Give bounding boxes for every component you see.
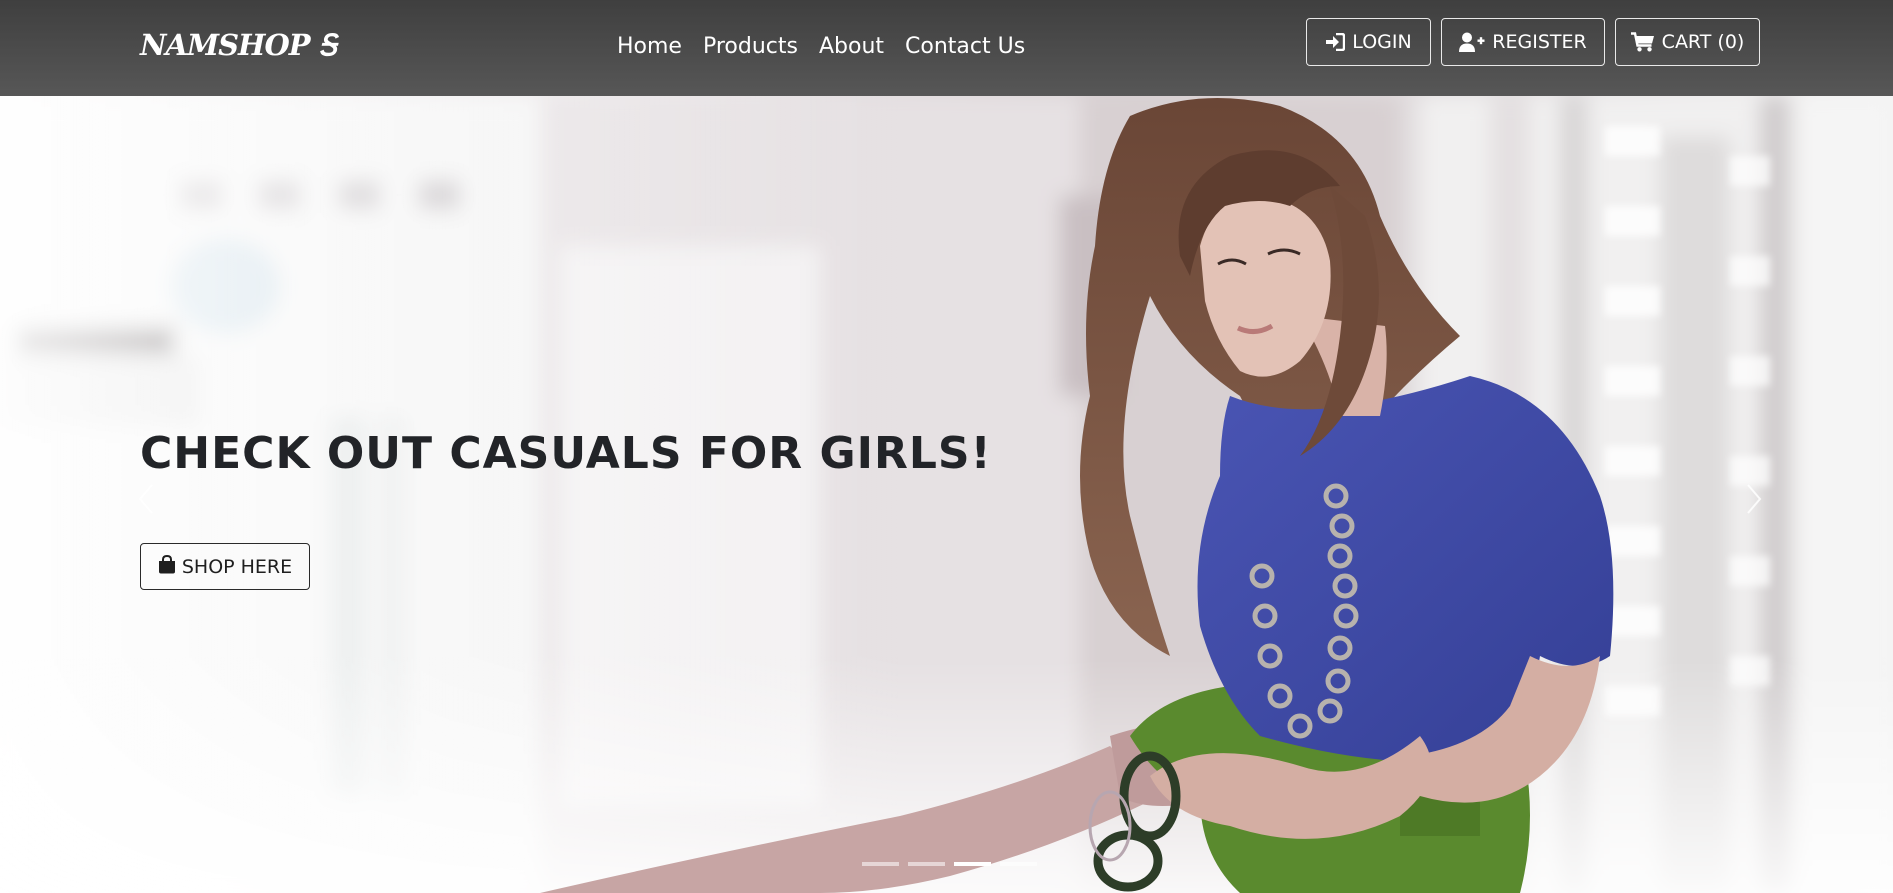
shop-here-label: SHOP HERE bbox=[181, 555, 293, 578]
hero-heading: CHECK OUT CASUALS FOR GIRLS! bbox=[140, 428, 992, 479]
brand-name: NAMSHOP bbox=[140, 28, 311, 62]
nav-link-products[interactable]: Products bbox=[703, 32, 798, 62]
chevron-left-icon bbox=[136, 482, 156, 520]
carousel-indicator-4[interactable] bbox=[1000, 862, 1037, 866]
carousel-indicator-1[interactable] bbox=[862, 862, 899, 866]
nav-link-home[interactable]: Home bbox=[617, 32, 682, 62]
user-plus-icon bbox=[1459, 32, 1485, 52]
carousel-indicator-3[interactable] bbox=[954, 862, 991, 866]
carousel-prev-button[interactable] bbox=[126, 471, 166, 531]
carousel-indicator-2[interactable] bbox=[908, 862, 945, 866]
register-label: REGISTER bbox=[1492, 31, 1587, 53]
register-button[interactable]: REGISTER bbox=[1441, 18, 1605, 66]
nav-link-contact[interactable]: Contact Us bbox=[905, 32, 1025, 62]
carousel-next-button[interactable] bbox=[1734, 471, 1774, 531]
sign-in-icon bbox=[1325, 33, 1346, 51]
nav-link-about[interactable]: About bbox=[819, 32, 884, 62]
brand-logo[interactable]: NAMSHOP Ꭶ bbox=[140, 28, 337, 63]
top-navbar: NAMSHOP Ꭶ Home Products About Contact Us… bbox=[0, 0, 1893, 96]
main-nav: Home Products About Contact Us bbox=[617, 32, 1025, 62]
cart-label: CART (0) bbox=[1661, 31, 1745, 53]
chevron-right-icon bbox=[1744, 482, 1764, 520]
login-button[interactable]: LOGIN bbox=[1306, 18, 1431, 66]
brand-mark: Ꭶ bbox=[318, 28, 337, 62]
hero-slide-image bbox=[0, 96, 1893, 893]
shopping-bag-icon bbox=[158, 554, 176, 579]
cart-button[interactable]: CART (0) bbox=[1615, 18, 1760, 66]
shop-here-button[interactable]: SHOP HERE bbox=[140, 543, 310, 590]
carousel-indicators bbox=[862, 862, 1037, 866]
hero-carousel: CHECK OUT CASUALS FOR GIRLS! SHOP HERE bbox=[0, 96, 1893, 893]
login-label: LOGIN bbox=[1352, 31, 1412, 53]
shopping-cart-icon bbox=[1630, 32, 1655, 52]
